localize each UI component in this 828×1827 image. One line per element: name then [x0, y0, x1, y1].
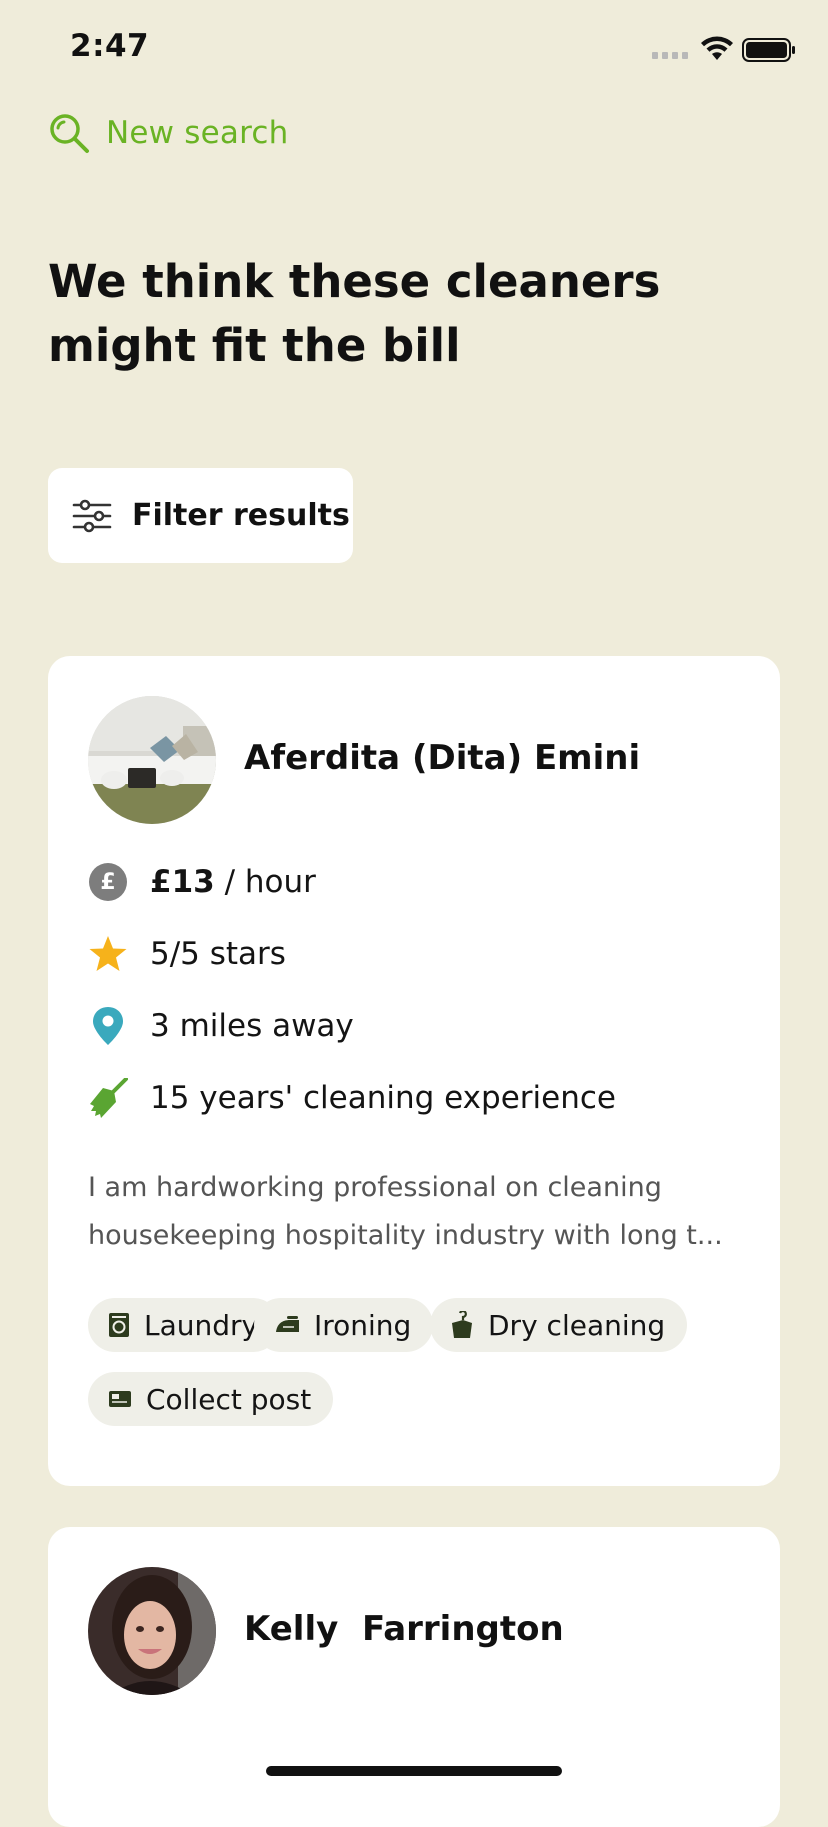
cleaner-description: I am hardworking professional on cleanin…: [88, 1172, 723, 1251]
dry-cleaning-icon: [450, 1311, 474, 1339]
mail-card-icon: [108, 1390, 132, 1408]
filter-results-button[interactable]: Filter results: [48, 468, 353, 563]
service-chip-ironing[interactable]: Ironing: [254, 1298, 434, 1352]
status-bar: 2:47: [0, 0, 828, 96]
search-icon: [50, 114, 89, 153]
home-indicator: [266, 1766, 562, 1776]
wifi-icon: [701, 36, 733, 60]
broom-icon: [88, 1078, 128, 1118]
page-title: We think these cleaners might fit the bi…: [48, 255, 661, 372]
battery-icon: [742, 38, 795, 62]
sliders-icon: [72, 499, 112, 532]
service-chip-laundry[interactable]: Laundry: [88, 1298, 281, 1352]
rate-amount: £13: [150, 864, 215, 900]
cleaner-card[interactable]: Kelly Farrington: [48, 1527, 780, 1827]
service-chip-label: Dry cleaning: [488, 1308, 666, 1342]
service-chip-label: Laundry: [144, 1308, 259, 1342]
pound-icon: £: [88, 862, 128, 902]
location-pin-icon: [88, 1006, 128, 1046]
service-chip-collect-post[interactable]: Collect post: [88, 1372, 334, 1426]
status-time: 2:47: [70, 28, 150, 64]
distance-row: 3 miles away: [88, 1006, 354, 1046]
distance-text: 3 miles away: [150, 1008, 354, 1044]
iron-icon: [274, 1315, 300, 1335]
cellular-signal-icon: [652, 52, 688, 59]
experience-row: 15 years' cleaning experience: [88, 1078, 616, 1118]
new-search-label: New search: [106, 115, 289, 151]
rating-row: 5/5 stars: [88, 934, 286, 974]
cleaner-name[interactable]: Aferdita (Dita) Emini: [244, 738, 640, 778]
washing-machine-icon: [108, 1312, 130, 1338]
service-chip-dry-cleaning[interactable]: Dry cleaning: [430, 1298, 688, 1352]
service-chip-label: Ironing: [314, 1308, 412, 1342]
cleaner-name[interactable]: Kelly Farrington: [244, 1609, 564, 1649]
rating-text: 5/5 stars: [150, 936, 286, 972]
filter-results-label: Filter results: [132, 498, 350, 533]
cleaner-avatar: [88, 696, 216, 824]
hourly-rate-row: £ £13 / hour: [88, 862, 316, 902]
star-icon: [88, 934, 128, 974]
cleaner-card[interactable]: Aferdita (Dita) Emini £ £13 / hour 5/5 s…: [48, 656, 780, 1486]
service-chip-label: Collect post: [146, 1382, 312, 1416]
cleaner-avatar: [88, 1567, 216, 1695]
rate-unit: / hour: [214, 864, 316, 900]
new-search-link[interactable]: New search: [48, 112, 288, 154]
experience-text: 15 years' cleaning experience: [150, 1080, 616, 1116]
